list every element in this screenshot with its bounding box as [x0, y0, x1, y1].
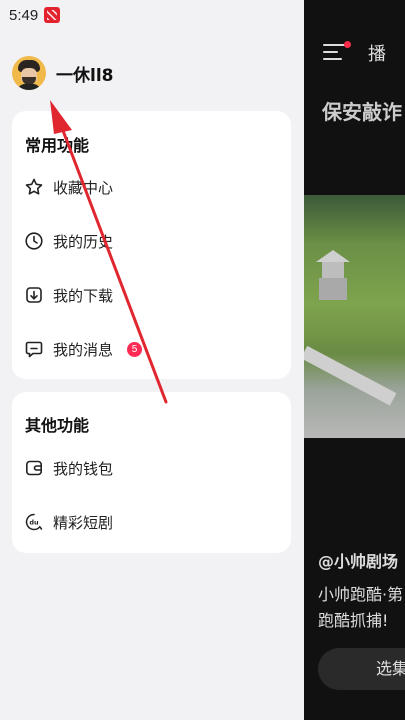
short-drama-icon: du	[24, 512, 44, 532]
tab-play[interactable]: 播	[368, 40, 386, 66]
menu-item-downloads[interactable]: 我的下载	[24, 284, 113, 306]
status-time: 5:49	[9, 6, 39, 24]
menu-item-label: 我的消息	[53, 340, 114, 359]
menu-item-label: 我的下载	[53, 286, 114, 305]
svg-text:du: du	[29, 519, 39, 527]
clock-icon	[24, 231, 44, 251]
menu-item-history[interactable]: 我的历史	[24, 230, 113, 252]
unread-count-badge: 5	[127, 341, 143, 357]
avatar[interactable]	[12, 56, 46, 90]
app-notification-icon	[44, 7, 61, 23]
username[interactable]: 一休ll8	[56, 61, 113, 86]
video-author[interactable]: @小帅剧场	[318, 548, 398, 572]
menu-item-label: 收藏中心	[53, 178, 114, 197]
star-icon	[24, 177, 44, 197]
stone-lantern-image	[316, 250, 350, 305]
profile-header[interactable]: 一休ll8	[12, 56, 113, 90]
status-bar: 5:49	[9, 5, 61, 25]
menu-icon[interactable]	[323, 41, 351, 62]
other-functions-card: 其他功能 我的钱包 du 精彩短剧	[12, 392, 291, 553]
download-icon	[24, 285, 44, 305]
description-line: 跑酷抓捕!	[318, 611, 389, 630]
menu-item-messages[interactable]: 我的消息 5	[24, 338, 143, 360]
menu-item-short-drama[interactable]: du 精彩短剧	[24, 511, 113, 533]
menu-item-label: 我的钱包	[53, 459, 114, 478]
video-thumbnail[interactable]	[304, 195, 405, 438]
description-line: 小帅跑酷·第	[318, 585, 404, 604]
video-title: 保安敲诈	[322, 100, 402, 124]
notification-dot	[344, 41, 351, 48]
menu-item-wallet[interactable]: 我的钱包	[24, 457, 113, 479]
wallet-icon	[24, 458, 44, 478]
side-drawer: 5:49 一休ll8 常用功能 收藏中心 我的历史 我的下载 我的消息 5 其他…	[0, 0, 304, 720]
background-video-page: 播 保安敲诈 @小帅剧场 小帅跑酷·第 跑酷抓捕! 选集	[304, 0, 405, 720]
menu-item-label: 精彩短剧	[53, 513, 114, 532]
section-title: 常用功能	[25, 136, 90, 155]
video-description: 小帅跑酷·第 跑酷抓捕!	[318, 582, 405, 634]
section-title: 其他功能	[25, 416, 90, 435]
episode-select-button[interactable]: 选集	[318, 648, 405, 690]
message-icon	[24, 339, 44, 359]
menu-item-label: 我的历史	[53, 232, 114, 251]
common-functions-card: 常用功能 收藏中心 我的历史 我的下载 我的消息 5	[12, 111, 291, 379]
menu-item-favorites[interactable]: 收藏中心	[24, 176, 113, 198]
